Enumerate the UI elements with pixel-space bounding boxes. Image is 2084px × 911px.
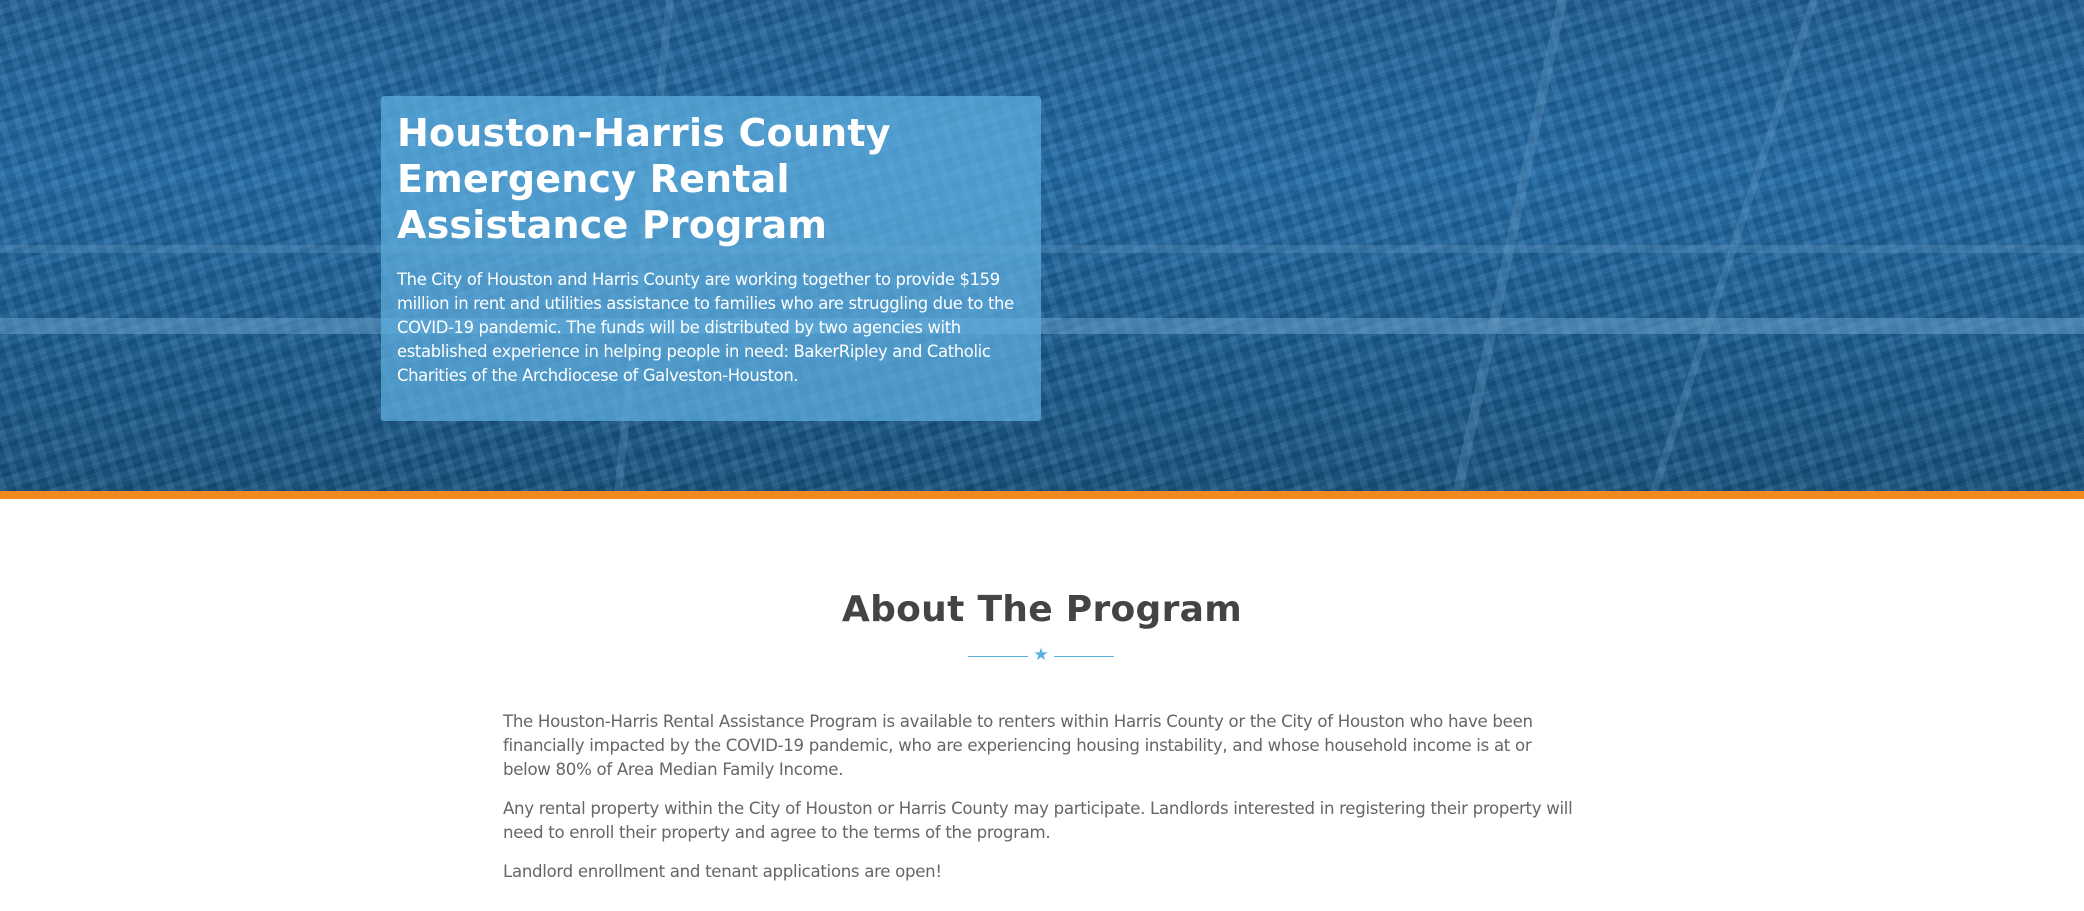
hero-banner: Houston-Harris County Emergency Rental A…: [0, 0, 2084, 491]
about-paragraph: Any rental property within the City of H…: [503, 799, 1573, 842]
divider-line-right: [1054, 656, 1114, 657]
about-paragraph: Landlord enrollment and tenant applicati…: [503, 862, 942, 881]
about-body: The Houston-Harris Rental Assistance Pro…: [503, 710, 1583, 899]
hero-background-road: [0, 245, 2084, 253]
star-icon: ★: [1033, 645, 1049, 665]
hero-title: Houston-Harris County Emergency Rental A…: [397, 111, 891, 247]
hero-background-road: [0, 318, 2084, 334]
hero-card: Houston-Harris County Emergency Rental A…: [381, 96, 1041, 421]
hero-description: The City of Houston and Harris County ar…: [397, 270, 1014, 385]
hero-accent-bar: [0, 491, 2084, 499]
about-section-title: About The Program: [841, 589, 1243, 630]
divider-line-left: [968, 656, 1028, 657]
section-divider: ★: [968, 645, 1114, 665]
about-paragraph: The Houston-Harris Rental Assistance Pro…: [503, 712, 1533, 779]
